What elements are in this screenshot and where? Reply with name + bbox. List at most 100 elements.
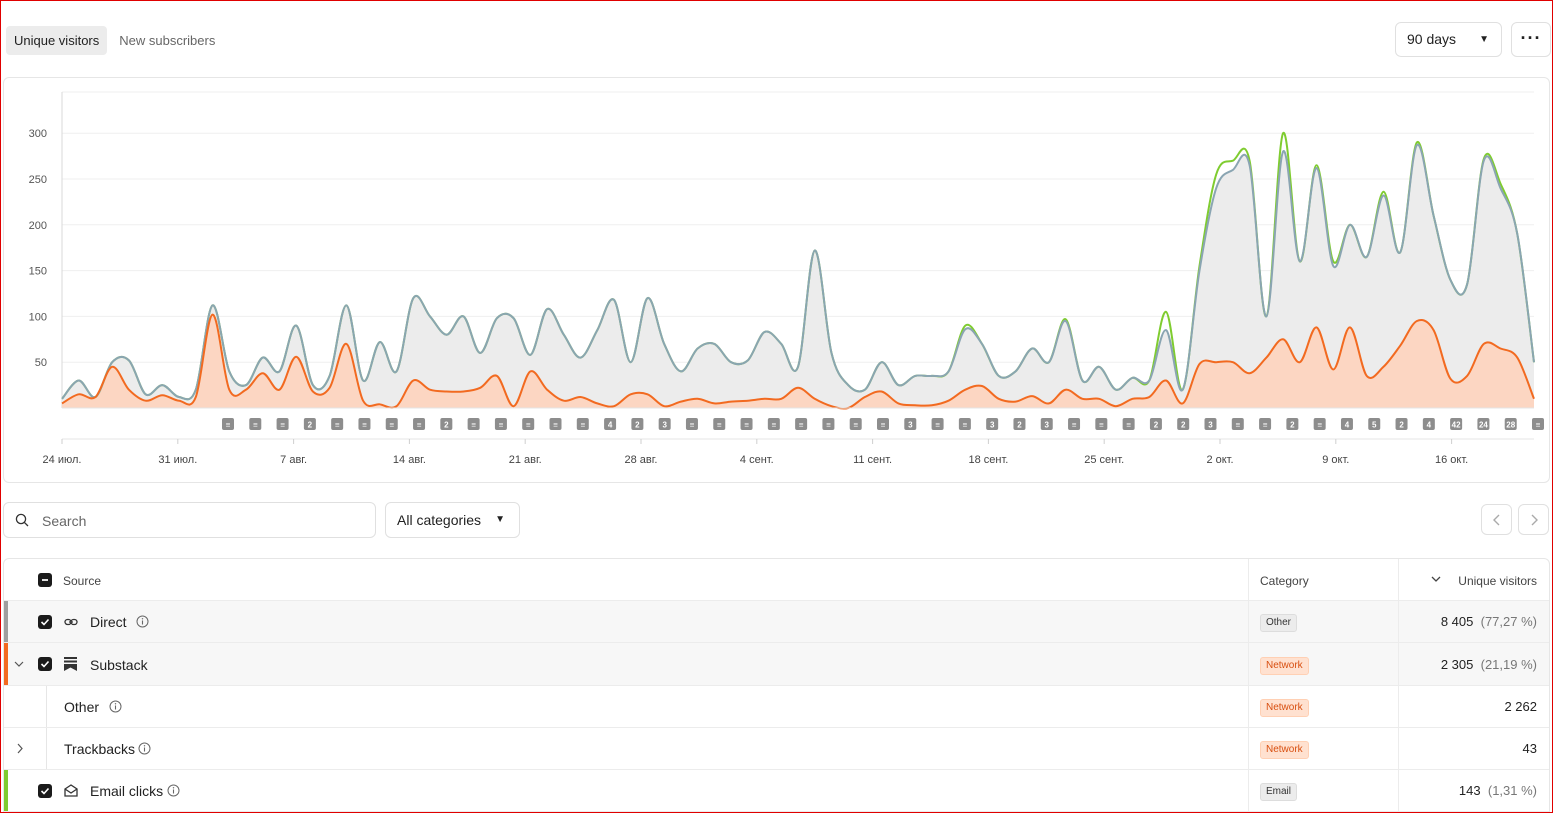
visitor-count: 43 xyxy=(1522,741,1537,756)
post-marker-label: ≡ xyxy=(963,421,968,430)
visitor-count: 8 405 (77,27 %) xyxy=(1440,614,1537,629)
table-row[interactable]: Direct Other 8 405 (77,27 %) xyxy=(4,601,1549,643)
category-badge: Network xyxy=(1260,657,1309,675)
x-tick-label: 4 сент. xyxy=(740,454,774,466)
y-tick-label: 50 xyxy=(35,357,47,369)
post-marker-label: ≡ xyxy=(280,421,285,430)
category-badge: Email xyxy=(1260,783,1298,801)
table-row[interactable]: Other Network 2 262 xyxy=(4,686,1549,728)
post-marker-label: ≡ xyxy=(935,421,940,430)
header-unique-visitors[interactable]: Unique visitors xyxy=(1458,574,1537,588)
post-marker-label: ≡ xyxy=(1072,421,1077,430)
row-checkbox[interactable] xyxy=(38,657,52,671)
post-marker-label: ≡ xyxy=(690,421,695,430)
info-icon[interactable] xyxy=(109,700,122,713)
post-marker-label: ≡ xyxy=(1317,421,1322,430)
more-options-button[interactable]: ··· xyxy=(1511,22,1551,57)
date-range-label: 90 days xyxy=(1407,31,1457,47)
header-category[interactable]: Category xyxy=(1260,574,1309,588)
x-tick-label: 2 окт. xyxy=(1206,454,1233,466)
post-marker-label: ≡ xyxy=(853,421,858,430)
table-row[interactable]: Substack Network 2 305 (21,19 %) xyxy=(4,643,1549,686)
source-name: Email clicks xyxy=(90,783,164,799)
row-checkbox[interactable] xyxy=(38,615,52,629)
chevron-right-icon xyxy=(1531,514,1538,525)
post-marker-label: 2 xyxy=(1399,421,1404,430)
post-marker-label: ≡ xyxy=(499,421,504,430)
info-icon[interactable] xyxy=(167,784,180,797)
caret-down-icon: ▼ xyxy=(1479,34,1489,45)
sort-desc-icon[interactable] xyxy=(1431,575,1441,583)
post-marker-label: ≡ xyxy=(1536,421,1541,430)
prev-page-button[interactable] xyxy=(1481,504,1512,535)
post-marker-label: 4 xyxy=(1427,421,1432,430)
y-tick-label: 150 xyxy=(29,266,47,278)
table-header: Source Category Unique visitors xyxy=(4,559,1549,601)
post-marker-label: 3 xyxy=(662,421,667,430)
caret-down-icon: ▼ xyxy=(495,514,505,525)
post-marker-label: ≡ xyxy=(744,421,749,430)
select-all-checkbox[interactable] xyxy=(38,573,52,587)
post-marker-label: ≡ xyxy=(1126,421,1131,430)
post-marker-label: 2 xyxy=(308,421,313,430)
visitor-count: 143 (1,31 %) xyxy=(1458,783,1537,798)
x-tick-label: 24 июл. xyxy=(43,454,82,466)
search-input[interactable] xyxy=(40,509,364,533)
post-marker-label: ≡ xyxy=(717,421,722,430)
post-marker-label: ≡ xyxy=(226,421,231,430)
chevron-down-icon[interactable] xyxy=(14,660,24,668)
x-tick-label: 31 июл. xyxy=(158,454,197,466)
y-tick-label: 200 xyxy=(29,220,47,232)
table-row[interactable]: Trackbacks Network 43 xyxy=(4,728,1549,770)
post-marker-label: ≡ xyxy=(253,421,258,430)
info-icon[interactable] xyxy=(138,742,151,755)
chevron-left-icon xyxy=(1492,514,1499,525)
post-marker-label: 2 xyxy=(1017,421,1022,430)
source-name: Other xyxy=(64,699,100,715)
info-icon[interactable] xyxy=(136,615,149,628)
post-marker-label: ≡ xyxy=(389,421,394,430)
post-marker-label: 5 xyxy=(1372,421,1377,430)
y-tick-label: 250 xyxy=(29,174,47,186)
x-tick-label: 14 авг. xyxy=(393,454,426,466)
tab-new-subscribers[interactable]: New subscribers xyxy=(111,26,223,55)
envelope-open-icon xyxy=(64,784,78,797)
tab-unique-visitors[interactable]: Unique visitors xyxy=(6,26,108,55)
source-name: Substack xyxy=(90,657,148,673)
post-marker-label: ≡ xyxy=(580,421,585,430)
x-tick-label: 9 окт. xyxy=(1322,454,1349,466)
search-box[interactable] xyxy=(3,502,376,538)
post-marker-label: ≡ xyxy=(771,421,776,430)
chevron-right-icon[interactable] xyxy=(16,743,24,754)
source-name: Direct xyxy=(90,614,127,630)
post-marker-label: 2 xyxy=(1154,421,1159,430)
post-marker-label: 2 xyxy=(635,421,640,430)
row-checkbox[interactable] xyxy=(38,784,52,798)
post-marker-label: ≡ xyxy=(1263,421,1268,430)
header-source[interactable]: Source xyxy=(63,574,101,588)
metric-tabs: Unique visitors New subscribers xyxy=(6,26,223,55)
series-color-stripe xyxy=(4,770,8,811)
y-tick-label: 100 xyxy=(29,311,47,323)
category-filter-dropdown[interactable]: All categories ▼ xyxy=(385,502,520,538)
next-page-button[interactable] xyxy=(1518,504,1549,535)
post-marker-label: ≡ xyxy=(881,421,886,430)
post-marker-label: 3 xyxy=(908,421,913,430)
link-icon xyxy=(64,618,78,626)
post-marker-label: 3 xyxy=(990,421,995,430)
series-color-stripe xyxy=(4,643,8,685)
post-marker-label: ≡ xyxy=(471,421,476,430)
y-tick-label: 300 xyxy=(29,128,47,140)
search-icon xyxy=(15,513,29,527)
post-marker-label: 28 xyxy=(1506,421,1515,430)
post-marker-label: 24 xyxy=(1479,421,1488,430)
series-color-stripe xyxy=(4,601,8,642)
sources-table: Source Category Unique visitors Direct O… xyxy=(3,558,1550,813)
post-marker-label: ≡ xyxy=(526,421,531,430)
date-range-dropdown[interactable]: 90 days ▼ xyxy=(1395,22,1502,57)
post-marker-label: 2 xyxy=(444,421,449,430)
category-badge: Network xyxy=(1260,699,1309,717)
x-tick-label: 28 авг. xyxy=(625,454,658,466)
x-tick-label: 18 сент. xyxy=(968,454,1008,466)
table-row[interactable]: Email clicks Email 143 (1,31 %) xyxy=(4,770,1549,812)
